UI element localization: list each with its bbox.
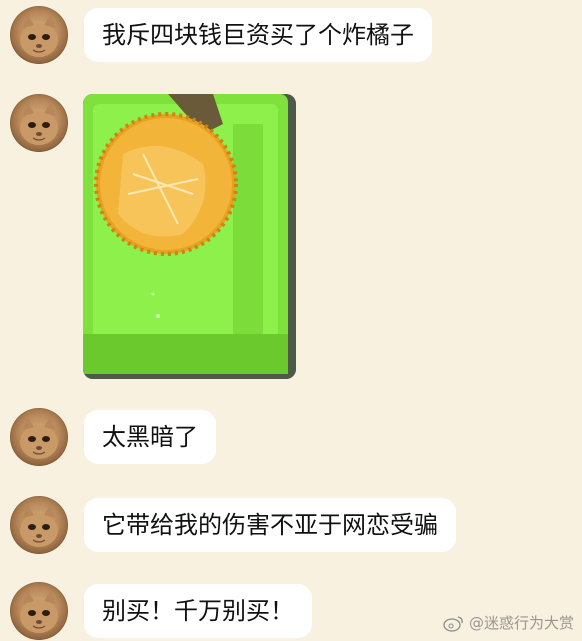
cat-avatar-icon [20,14,58,57]
weibo-icon [443,615,463,632]
cat-avatar-icon [20,590,58,633]
fried-orange-photo [83,94,296,379]
cat-avatar-icon [20,102,58,145]
watermark-text: @迷惑行为大赏 [468,614,574,632]
message-text: 我斥四块钱巨资买了个炸橘子 [102,21,414,49]
avatar[interactable] [10,6,68,64]
message-text: 太黑暗了 [102,423,198,451]
message-text: 它带给我的伤害不亚于网恋受骗 [102,511,438,539]
message-bubble[interactable]: 太黑暗了 [84,410,216,464]
avatar[interactable] [10,408,68,466]
avatar[interactable] [10,496,68,554]
avatar[interactable] [10,94,68,152]
avatar[interactable] [10,582,68,640]
cat-avatar-icon [20,504,58,547]
message-bubble[interactable]: 我斥四块钱巨资买了个炸橘子 [84,8,432,62]
cat-avatar-icon [20,416,58,459]
message-bubble[interactable]: 它带给我的伤害不亚于网恋受骗 [84,498,456,552]
message-bubble[interactable]: 别买！千万别买！ [84,584,312,638]
message-image[interactable] [83,94,296,379]
watermark: @迷惑行为大赏 [443,612,574,633]
message-text: 别买！千万别买！ [102,597,294,625]
